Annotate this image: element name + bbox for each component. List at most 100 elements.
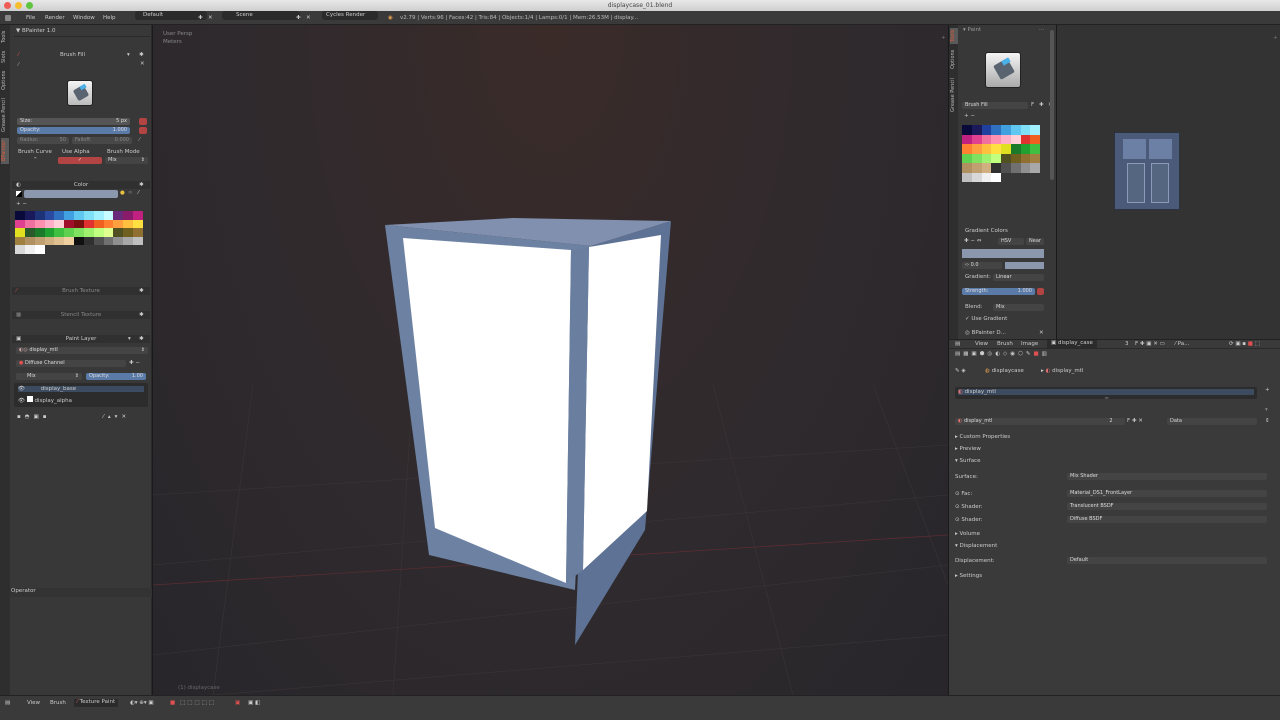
color-eyedrop-icon[interactable]: ⁄ [138,190,139,196]
brush-thumbnail-right[interactable] [985,52,1021,88]
color-swatch[interactable] [991,163,1001,173]
use-alpha-label[interactable]: Use Alpha [62,149,90,155]
use-gradient-checkbox[interactable]: ✓ Use Gradient [965,316,1007,322]
shader2-dropdown[interactable]: Diffuse BSDF [1067,516,1267,523]
color-swatch[interactable] [971,172,982,182]
layer-visibility-icon[interactable]: 👁 [18,386,25,392]
tab-grease-pencil-right[interactable]: Grease Pencil [950,75,958,115]
gradient-ramp[interactable] [962,249,1044,258]
color-swatch[interactable] [74,219,84,228]
color-pick-icon[interactable]: ● [120,190,125,196]
color-swatch[interactable] [1030,134,1040,144]
render-engine-selector[interactable]: Cycles Render [322,11,378,20]
color-swatch[interactable] [962,144,972,154]
tab-tools[interactable]: Tools [1,28,9,46]
surface-dropdown[interactable]: Mix Shader [1067,473,1267,480]
strength-pressure-toggle[interactable] [1037,288,1044,295]
color-swatch[interactable] [93,219,104,228]
gradient-interpolation[interactable]: Near [1026,238,1044,245]
color-swatch[interactable] [991,125,1001,135]
brush-mode-dropdown[interactable]: Mix ⇕ [105,157,148,164]
scene-selector[interactable]: Scene [222,11,300,20]
section-preview[interactable]: ▸ Preview [955,446,981,452]
mode-selector[interactable]: ⁄ Texture Paint [74,699,119,707]
gradient-stop-controls[interactable]: ✚ − ⇔ [964,238,981,244]
brush-fake-user-icon[interactable]: F [1031,102,1034,108]
color-swatch[interactable] [64,228,75,237]
3d-editor-type-icon[interactable]: ▤ [5,700,10,706]
brush-curve-label[interactable]: Brush Curve [18,149,52,155]
color-swatch[interactable] [1030,163,1040,173]
color-swatch[interactable] [15,211,25,220]
color-swatch[interactable] [991,153,1001,163]
color-swatch[interactable] [1030,153,1040,163]
color-palette-grid[interactable] [15,211,143,271]
menu-render[interactable]: Render [45,11,65,25]
maximize-window-icon[interactable] [26,2,33,9]
section-custom-properties[interactable]: ▸ Custom Properties [955,434,1010,440]
color-swatch[interactable] [15,228,25,237]
menu-window[interactable]: Window [73,11,95,25]
paint-layer-menu-icon[interactable]: ▾ [128,336,131,342]
shader1-dropdown[interactable]: Translucent BSDF [1067,503,1267,510]
color-swatch[interactable] [54,228,65,237]
color-swatch[interactable] [1010,163,1021,173]
displacement-dropdown[interactable]: Default [1067,557,1267,564]
slot-move-icon[interactable]: ▾ [1265,407,1268,413]
opacity-field[interactable]: Opacity: 1.000 [17,127,130,134]
slot-add-remove[interactable]: + [1265,387,1270,393]
material-link-arrow[interactable]: ⇕ [1265,418,1270,424]
layer-blend-dropdown[interactable]: Mix ⇕ [16,373,82,380]
color-swatch[interactable] [991,134,1001,144]
section-displacement[interactable]: ▾ Displacement [955,543,997,549]
color-swatch[interactable] [44,236,55,245]
layout-add-icon[interactable]: ✚ [198,11,203,25]
color-swatch[interactable] [133,228,143,237]
color-swatch[interactable] [34,245,45,254]
menu-file[interactable]: File [26,11,35,25]
color-swatch[interactable] [15,245,25,254]
color-swatch[interactable] [981,172,992,182]
layer-actions-toolbar[interactable]: ▪◓▣▪ [17,414,50,420]
color-swatch[interactable] [113,228,124,237]
menu-help[interactable]: Help [103,11,116,25]
color-swatch[interactable] [971,134,982,144]
close-window-icon[interactable] [4,2,11,9]
color-swatch[interactable] [93,211,104,220]
color-swatch[interactable] [981,134,992,144]
image-header-tools[interactable]: F ✚ ▣ ✕ ▭ [1135,341,1165,347]
color-swatch[interactable] [93,236,104,245]
color-swatch[interactable] [24,219,35,228]
color-swatch[interactable] [971,163,982,173]
color-swatch[interactable] [981,125,992,135]
color-panel-header[interactable]: Color [12,181,150,189]
minimize-window-icon[interactable] [15,2,22,9]
material-users[interactable]: 2 [1097,418,1125,425]
viewport-extra-icons[interactable]: ▣ ◧ [248,700,260,706]
editor-type-icon[interactable]: ▤ [955,341,960,347]
material-slot-row[interactable]: ◐ display_mtl [958,389,1254,395]
falloff-field[interactable]: Falloff: 0.000 [72,137,132,144]
color-swatch[interactable] [1030,144,1040,154]
color-swatch[interactable] [15,219,25,228]
scene-close-icon[interactable]: ✕ [306,11,311,25]
texture-image-preview[interactable] [1114,132,1180,210]
color-swatch[interactable] [123,228,134,237]
color-swatch[interactable] [1001,134,1011,144]
primary-color-swatch[interactable] [24,190,118,198]
paint-panel-menu-icon[interactable]: ⋯ [1039,27,1045,33]
brush-preview-thumbnail[interactable] [67,80,93,106]
layer-opacity-field[interactable]: Opacity: 1.00 [86,373,146,380]
image-editor-expand-icon[interactable]: + [1273,35,1278,41]
brush-settings-icon[interactable]: ✱ [139,52,144,58]
color-swatch[interactable] [981,163,992,173]
brush-menu-icon[interactable]: ▾ [127,52,130,58]
color-swatch[interactable] [83,228,94,237]
color-swatch[interactable] [971,144,982,154]
color-swatch[interactable] [103,219,114,228]
color-swatch[interactable] [123,236,134,245]
paint-panel-header[interactable]: ▾ Paint [963,27,981,33]
menu-view-bottom[interactable]: View [27,700,40,706]
breadcrumb-material[interactable]: ▸ ◐ display_mtl [1041,368,1083,374]
color-swap-icon[interactable] [16,191,22,197]
